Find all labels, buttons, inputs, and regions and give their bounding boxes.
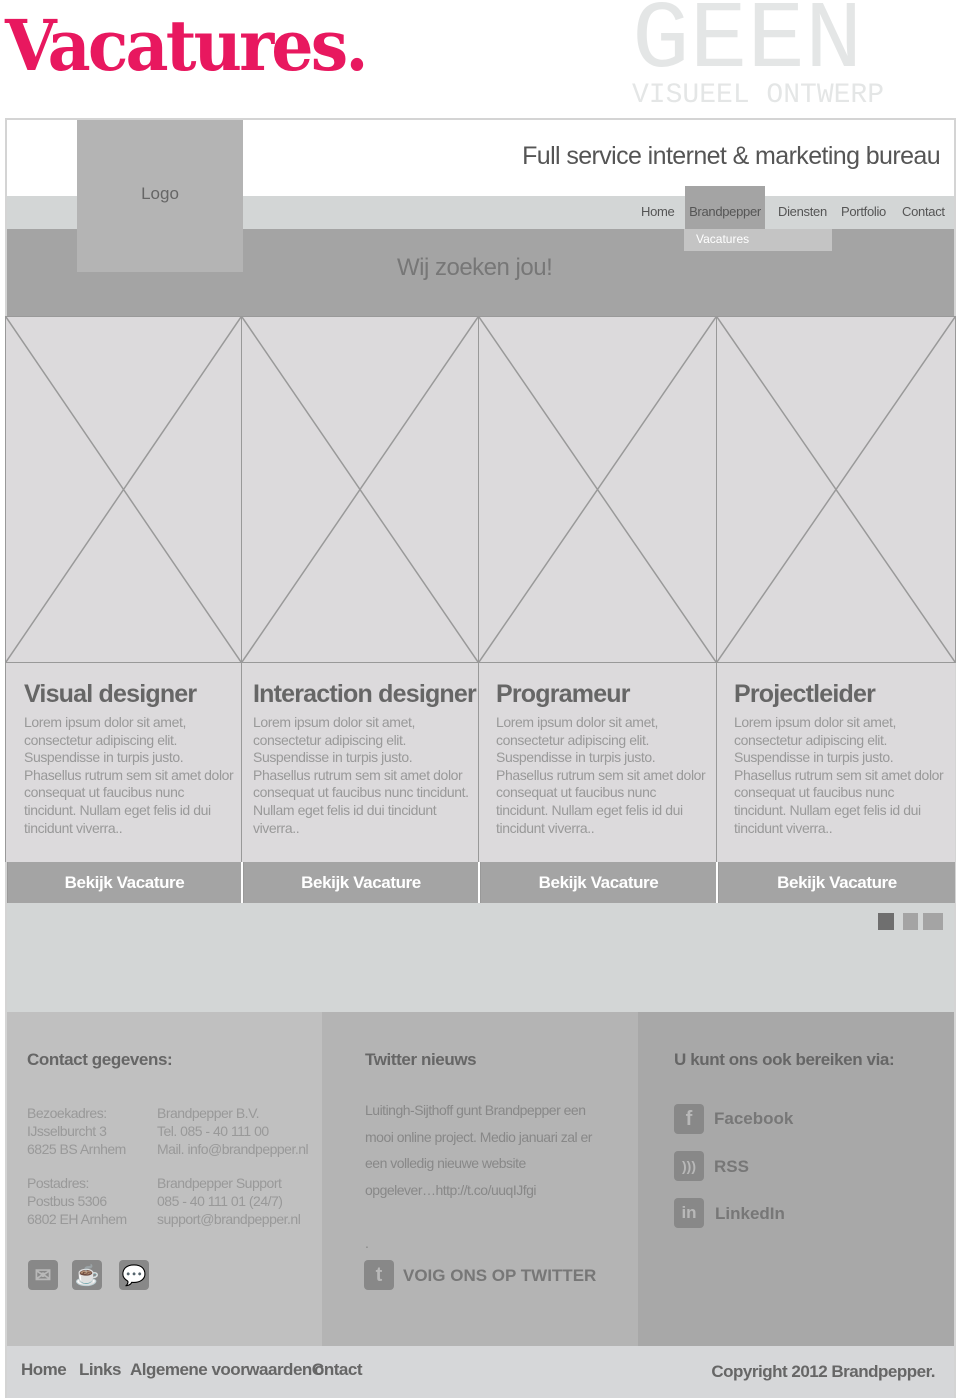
bottom-link-home[interactable]: Home xyxy=(21,1360,67,1380)
page-title: Vacatures. xyxy=(5,4,369,87)
nav-brandpepper[interactable]: Brandpepper xyxy=(685,186,765,229)
mail-icon[interactable]: ✉ xyxy=(28,1260,58,1290)
job-description: Lorem ipsum dolor sit amet, consectetur … xyxy=(496,714,706,836)
text: IJsselburcht 3 xyxy=(27,1123,107,1139)
visit-info: Brandpepper B.V. Tel. 085 - 40 111 00 Ma… xyxy=(157,1104,309,1158)
dropdown-vacatures[interactable]: Vacatures xyxy=(684,229,832,251)
slider-dot-3[interactable] xyxy=(923,913,943,930)
rss-link[interactable]: RSS xyxy=(714,1157,749,1177)
placeholder-cross xyxy=(717,317,955,662)
slider-dot-2[interactable] xyxy=(903,913,918,930)
placeholder-cross xyxy=(479,317,716,662)
job-description: Lorem ipsum dolor sit amet, consectetur … xyxy=(253,714,469,836)
social-heading: U kunt ons ook bereiken via: xyxy=(674,1050,895,1069)
post-address: Postadres: Postbus 5306 6802 EH Arnhem xyxy=(27,1174,127,1228)
support-email-link[interactable]: support@brandpepper.nl xyxy=(157,1210,301,1228)
bottom-link-links[interactable]: Links xyxy=(79,1360,121,1380)
view-vacancy-button[interactable]: Bekijk Vacature xyxy=(718,862,955,903)
placeholder-cross xyxy=(6,317,241,662)
job-card: Projectleider Lorem ipsum dolor sit amet… xyxy=(716,663,955,862)
text: een volledig nieuwe website xyxy=(365,1155,526,1171)
text: Tel. 085 - 40 111 00 xyxy=(157,1123,269,1139)
logo[interactable]: Logo xyxy=(77,120,243,272)
text: Postadres: xyxy=(27,1175,89,1191)
text: Postbus 5306 xyxy=(27,1193,107,1209)
twitter-heading: Twitter nieuws xyxy=(365,1050,477,1069)
tweet-link[interactable]: opgelever…http://t.co/uuqIJfgi xyxy=(365,1177,592,1204)
linkedin-icon[interactable]: in xyxy=(674,1198,704,1228)
text: 6825 BS Arnhem xyxy=(27,1141,126,1157)
slider-area xyxy=(7,903,954,1012)
twitter-icon[interactable]: t xyxy=(364,1260,394,1290)
text: Brandpepper B.V. xyxy=(157,1105,260,1121)
job-title: Programeur xyxy=(496,680,631,708)
tweet-dot: . xyxy=(365,1235,369,1251)
facebook-icon[interactable]: f xyxy=(674,1104,704,1134)
job-title: Projectleider xyxy=(734,680,876,708)
tagline: Full service internet & marketing bureau xyxy=(522,142,940,170)
headline: Wij zoeken jou! xyxy=(397,254,553,281)
image-placeholder xyxy=(241,316,479,663)
text: Bezoekadres: xyxy=(27,1105,107,1121)
bottom-link-contact[interactable]: ontact xyxy=(314,1360,363,1380)
job-card: Visual designer Lorem ipsum dolor sit am… xyxy=(5,663,241,862)
text: mooi online project. Medio januari zal e… xyxy=(365,1128,592,1145)
linkedin-link[interactable]: LinkedIn xyxy=(715,1204,785,1224)
nav-portfolio[interactable]: Portfolio xyxy=(841,204,886,219)
placeholder-cross xyxy=(242,317,478,662)
slider-dot-1[interactable] xyxy=(878,913,894,930)
follow-twitter-link[interactable]: VOIG ONS OP TWITTER xyxy=(403,1266,596,1286)
job-title: Visual designer xyxy=(24,680,197,708)
job-title: Interaction designer xyxy=(253,680,477,708)
job-description: Lorem ipsum dolor sit amet, consectetur … xyxy=(24,714,234,836)
nav-home[interactable]: Home xyxy=(641,204,675,219)
nav-contact[interactable]: Contact xyxy=(902,204,945,219)
job-card: Interaction designer Lorem ipsum dolor s… xyxy=(241,663,478,862)
view-vacancy-button[interactable]: Bekijk Vacature xyxy=(243,862,478,903)
job-card: Programeur Lorem ipsum dolor sit amet, c… xyxy=(478,663,716,862)
rss-icon[interactable]: ))) xyxy=(674,1151,704,1181)
job-description: Lorem ipsum dolor sit amet, consectetur … xyxy=(734,714,944,836)
image-placeholder xyxy=(716,316,956,663)
view-vacancy-button[interactable]: Bekijk Vacature xyxy=(480,862,716,903)
watermark-subtitle: VISUEEL ONTWERP xyxy=(632,80,885,111)
image-placeholder xyxy=(478,316,717,663)
text: Luitingh-Sijthoff gunt Brandpepper een xyxy=(365,1102,586,1118)
image-placeholder xyxy=(5,316,242,663)
coffee-icon[interactable]: ☕ xyxy=(72,1260,102,1290)
text: 6802 EH Arnhem xyxy=(27,1211,127,1227)
post-info: Brandpepper Support 085 - 40 111 01 (24/… xyxy=(157,1174,301,1228)
chat-icon[interactable]: 💬 xyxy=(119,1260,149,1290)
email-link[interactable]: Mail. info@brandpepper.nl xyxy=(157,1140,309,1158)
nav-diensten[interactable]: Diensten xyxy=(778,204,827,219)
contact-heading: Contact gegevens: xyxy=(27,1050,173,1069)
tweet-text: Luitingh-Sijthoff gunt Brandpepper een m… xyxy=(365,1097,592,1203)
facebook-link[interactable]: Facebook xyxy=(714,1109,793,1129)
bottom-link-voorwaarden[interactable]: Algemene voorwaardenC xyxy=(130,1360,324,1380)
text: Brandpepper Support xyxy=(157,1175,282,1191)
visit-address: Bezoekadres: IJsselburcht 3 6825 BS Arnh… xyxy=(27,1104,126,1158)
text: 085 - 40 111 01 (24/7) xyxy=(157,1193,283,1209)
copyright: Copyright 2012 Brandpepper. xyxy=(711,1362,935,1381)
view-vacancy-button[interactable]: Bekijk Vacature xyxy=(7,862,241,903)
